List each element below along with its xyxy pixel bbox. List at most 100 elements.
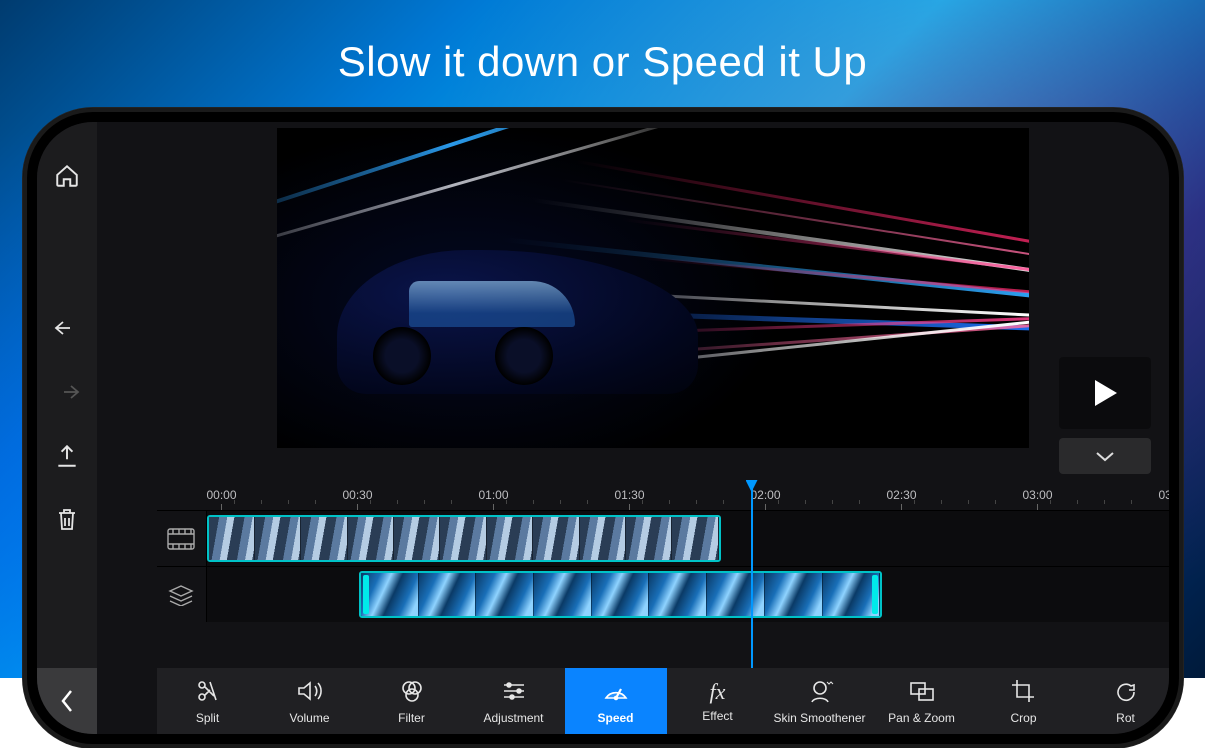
headline: Slow it down or Speed it Up xyxy=(0,38,1205,86)
ruler-tick: 00:00 xyxy=(207,488,237,510)
tool-label: Filter xyxy=(398,711,425,725)
clip-thumbnail xyxy=(672,517,718,560)
tool-label: Rot xyxy=(1116,711,1135,725)
ruler-minor-tick xyxy=(315,500,316,504)
clip-thumbnail xyxy=(592,573,650,616)
tool-label: Speed xyxy=(597,711,633,725)
ruler-minor-tick xyxy=(642,500,643,504)
ruler-minor-tick xyxy=(1077,500,1078,504)
clip-thumbnail xyxy=(707,573,765,616)
clip-thumbnail xyxy=(649,573,707,616)
clip-thumbnail xyxy=(361,573,419,616)
clip-thumbnail xyxy=(580,517,626,560)
clip-thumbnail xyxy=(394,517,440,560)
ruler-minor-tick xyxy=(778,500,779,504)
ruler-minor-tick xyxy=(370,500,371,504)
clip-thumbnail xyxy=(419,573,477,616)
split-icon xyxy=(194,678,222,707)
delete-button[interactable] xyxy=(37,488,97,552)
tool-label: Effect xyxy=(702,709,732,723)
skin-icon xyxy=(806,678,834,707)
chevron-left-icon xyxy=(59,688,75,714)
panzoom-icon xyxy=(908,678,936,707)
tool-label: Crop xyxy=(1010,711,1036,725)
tick-label: 01:00 xyxy=(479,488,509,502)
ruler-minor-tick xyxy=(859,500,860,504)
clip-thumbnail xyxy=(255,517,301,560)
left-toolbar xyxy=(37,122,97,734)
timeline[interactable]: 00:00 00:30 01:00 01:30 02:00 02:30 03:00 03:30 xyxy=(157,482,1169,668)
video-clip-1[interactable] xyxy=(207,515,721,562)
ruler-tick: 03:00 xyxy=(1023,488,1053,510)
filter-icon xyxy=(398,678,426,707)
app-screen: 00:00 00:30 01:00 01:30 02:00 02:30 03:00 03:30 xyxy=(37,122,1169,734)
overlay-clip-1[interactable] xyxy=(359,571,883,618)
ruler-minor-tick xyxy=(1050,500,1051,504)
home-button[interactable] xyxy=(37,144,97,208)
video-track xyxy=(157,510,1169,566)
video-track-icon xyxy=(157,511,207,566)
ruler-minor-tick xyxy=(1131,500,1132,504)
ruler-minor-tick xyxy=(451,500,452,504)
ruler-tick: 02:30 xyxy=(887,488,917,510)
tick-label: 03:30 xyxy=(1159,488,1169,502)
clip-thumbnail xyxy=(476,573,534,616)
tick-label: 02:30 xyxy=(887,488,917,502)
export-button[interactable] xyxy=(37,424,97,488)
ruler-tick: 01:00 xyxy=(479,488,509,510)
adjustment-icon xyxy=(500,678,528,707)
ruler-minor-tick xyxy=(424,500,425,504)
clip-thumbnail xyxy=(301,517,347,560)
ruler-minor-tick xyxy=(1104,500,1105,504)
ruler-tick: 00:30 xyxy=(343,488,373,510)
clip-thumbnail xyxy=(440,517,486,560)
tick-label: 01:30 xyxy=(615,488,645,502)
ruler-minor-tick xyxy=(234,500,235,504)
redo-icon xyxy=(53,382,81,402)
ruler-minor-tick xyxy=(261,500,262,504)
play-button[interactable] xyxy=(1059,357,1151,429)
preview-frame xyxy=(277,128,1029,448)
clip-thumbnail xyxy=(533,517,579,560)
phone-frame: 00:00 00:30 01:00 01:30 02:00 02:30 03:00 03:30 xyxy=(23,108,1183,748)
effect-icon: fx xyxy=(710,679,726,705)
clip-thumbnail xyxy=(534,573,592,616)
fx-icon: fx xyxy=(710,679,726,704)
ruler-minor-tick xyxy=(506,500,507,504)
tick-label: 00:30 xyxy=(343,488,373,502)
ruler-minor-tick xyxy=(397,500,398,504)
tick-label: 03:00 xyxy=(1023,488,1053,502)
ruler-minor-tick xyxy=(587,500,588,504)
tool-label: Split xyxy=(196,711,219,725)
redo-button[interactable] xyxy=(37,360,97,424)
video-preview[interactable] xyxy=(277,128,1029,448)
ruler-minor-tick xyxy=(832,500,833,504)
clip-thumbnail xyxy=(626,517,672,560)
ruler-minor-tick xyxy=(995,500,996,504)
clip-thumbnail xyxy=(348,517,394,560)
ruler-tick: 02:00 xyxy=(751,488,781,510)
overlay-track-lane[interactable] xyxy=(207,567,1169,622)
rotate-icon xyxy=(1112,678,1140,707)
clip-thumbnail xyxy=(823,573,881,616)
editor-main: 00:00 00:30 01:00 01:30 02:00 02:30 03:00 03:30 xyxy=(97,122,1169,734)
clip-thumbnail xyxy=(209,517,255,560)
crop-icon xyxy=(1010,678,1038,707)
volume-icon xyxy=(296,678,324,707)
video-track-lane[interactable] xyxy=(207,511,1169,566)
ruler-tick: 03:30 xyxy=(1159,488,1169,510)
clip-thumbnail xyxy=(765,573,823,616)
ruler-minor-tick xyxy=(533,500,534,504)
speed-icon xyxy=(602,678,630,707)
undo-button[interactable] xyxy=(37,296,97,360)
time-ruler[interactable]: 00:00 00:30 01:00 01:30 02:00 02:30 03:00 03:30 xyxy=(157,482,1169,510)
tick-label: 00:00 xyxy=(207,488,237,502)
overlay-track-icon xyxy=(157,567,207,622)
undo-icon xyxy=(53,318,81,338)
ruler-minor-tick xyxy=(288,500,289,504)
ruler-minor-tick xyxy=(968,500,969,504)
export-icon xyxy=(54,443,80,469)
home-icon xyxy=(54,163,80,189)
play-icon xyxy=(1092,378,1118,408)
expand-panel-button[interactable] xyxy=(1059,438,1151,474)
